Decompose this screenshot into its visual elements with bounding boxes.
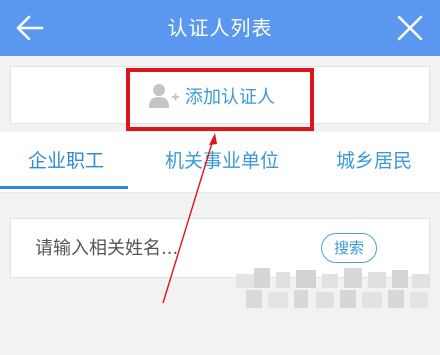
add-certifier-label: 添加认证人 <box>185 87 275 108</box>
search-button[interactable]: 搜索 <box>321 233 377 263</box>
tab-urban-rural-residents[interactable]: 城乡居民 <box>318 132 430 190</box>
page-title: 认证人列表 <box>167 16 273 40</box>
search-input[interactable] <box>35 233 295 263</box>
active-tab-indicator <box>0 186 128 189</box>
add-person-icon <box>149 84 179 108</box>
add-certifier-button[interactable]: 添加认证人 <box>149 83 275 109</box>
header-bar: 认证人列表 <box>0 0 440 56</box>
tab-government-institutions[interactable]: 机关事业单位 <box>146 132 298 190</box>
add-certifier-card: 添加认证人 <box>10 66 430 124</box>
close-icon <box>397 15 423 41</box>
close-button[interactable] <box>390 8 430 48</box>
watermark-mosaic <box>236 268 436 348</box>
tab-enterprise-employees[interactable]: 企业职工 <box>8 132 124 190</box>
tab-bar: 企业职工 机关事业单位 城乡居民 <box>0 132 440 193</box>
